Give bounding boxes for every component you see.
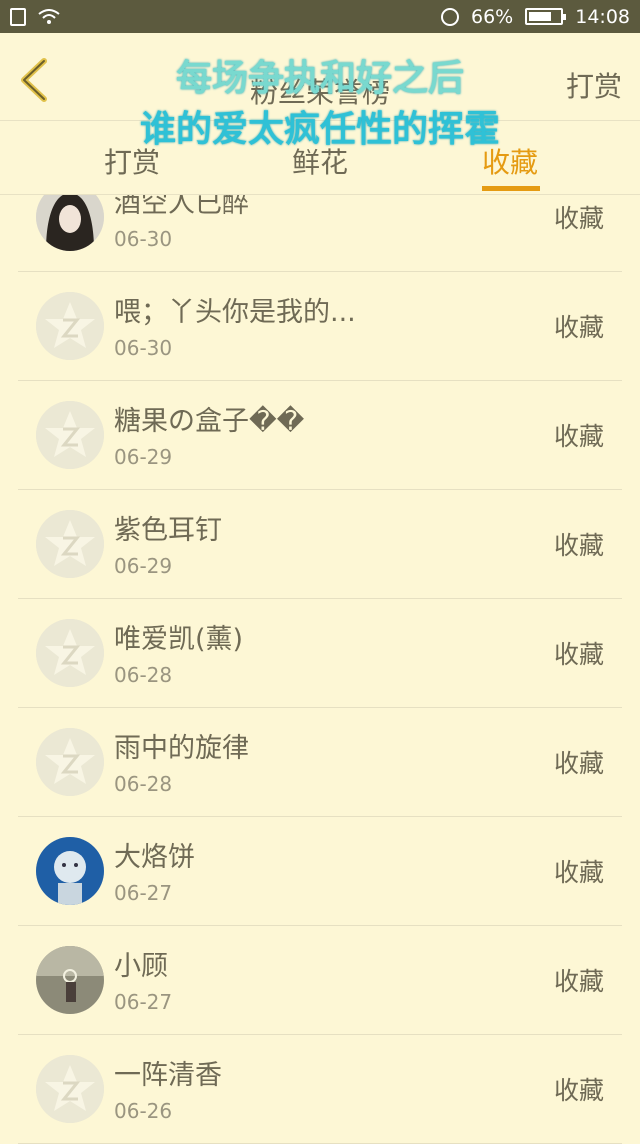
list-item[interactable]: 唯爱凯(薰) 06-28 收藏 [18,599,622,708]
action-label: 收藏 [553,204,604,233]
list-item[interactable]: 紫色耳钉 06-29 收藏 [18,490,622,599]
date: 06-27 [114,990,173,1014]
face-icon [441,7,459,26]
list-item[interactable]: 喂；丫头你是我的... 06-30 收藏 [18,272,622,381]
active-tab-indicator [482,186,540,191]
action-label: 收藏 [553,531,604,560]
action-label: 收藏 [553,1076,604,1105]
date: 06-26 [114,1099,173,1123]
default-avatar-icon [36,510,104,578]
action-label: 收藏 [553,749,604,778]
default-avatar-icon [36,728,104,796]
battery-icon [525,8,567,25]
avatar [36,946,104,1014]
lyric-overlay-line2: 谁的爱太疯任性的挥霍 [139,109,500,150]
action-label: 收藏 [553,313,604,342]
user-name: 唯爱凯(薰) [114,624,244,655]
date: 06-30 [114,336,173,360]
user-name: 紫色耳钉 [114,515,222,546]
list-item[interactable]: 小顾 06-27 收藏 [18,926,622,1035]
date: 06-28 [114,663,173,687]
default-avatar-icon [36,1055,104,1123]
list-item[interactable]: 雨中的旋律 06-28 收藏 [18,708,622,817]
user-name: 大烙饼 [114,842,195,873]
user-name: 糖果の盒子�� [114,406,305,437]
date: 06-30 [114,227,173,251]
user-name: 雨中的旋律 [114,733,249,764]
clock: 14:08 [575,5,630,28]
date: 06-29 [114,445,173,469]
wifi-icon [38,8,60,24]
status-bar: 66% 14:08 [0,0,640,33]
user-name: 小顾 [114,951,168,982]
date: 06-27 [114,881,173,905]
ranking-list: 酒空人已醉 06-30 收藏 喂；丫头你是我的... 06-30 收藏 糖果の盒… [0,163,640,1144]
avatar [36,837,104,905]
user-name: 一阵清香 [114,1060,222,1091]
battery-percent: 66% [471,5,514,28]
default-avatar-icon [36,292,104,360]
lyric-overlay-line1: 每场争执和好之后 [175,58,464,99]
list-item[interactable]: 一阵清香 06-26 收藏 [18,1035,622,1144]
date: 06-28 [114,772,173,796]
default-avatar-icon [36,619,104,687]
list-item[interactable]: 大烙饼 06-27 收藏 [18,817,622,926]
date: 06-29 [114,554,173,578]
action-label: 收藏 [553,640,604,669]
action-label: 收藏 [553,858,604,887]
action-label: 收藏 [553,422,604,451]
user-name: 喂；丫头你是我的... [114,297,356,328]
action-label: 收藏 [553,967,604,996]
sim-icon [10,7,26,26]
list-item[interactable]: 糖果の盒子�� 06-29 收藏 [18,381,622,490]
default-avatar-icon [36,401,104,469]
